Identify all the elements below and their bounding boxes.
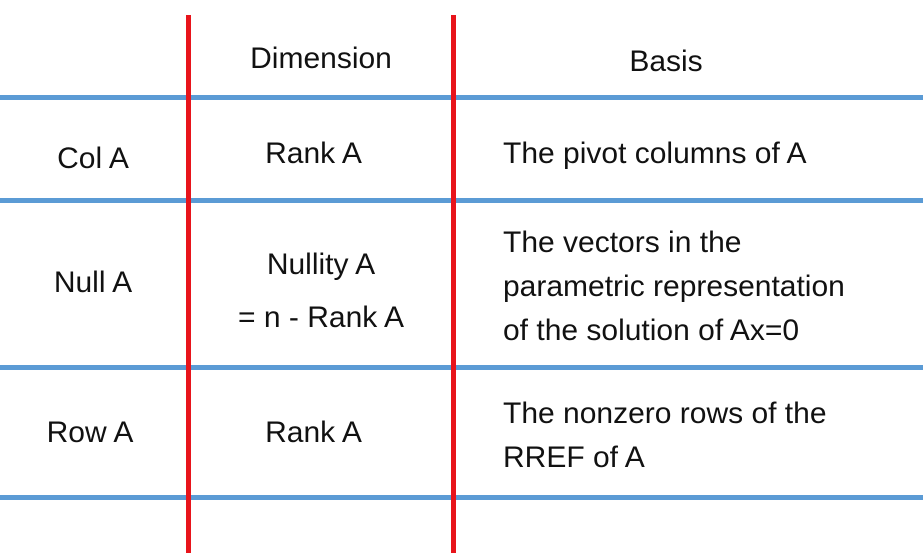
subspace-table: Dimension Basis Col A Rank A The pivot c… <box>0 0 923 553</box>
basis-col-a: The pivot columns of A <box>503 133 807 175</box>
header-basis: Basis <box>629 45 703 78</box>
dimension-row-a: Rank A <box>191 412 436 454</box>
dimension-line: Nullity A <box>266 248 376 281</box>
dimension-line: = n - Rank A <box>238 301 404 334</box>
basis-line: The vectors in the <box>503 226 742 259</box>
dimension-line: Rank A <box>265 416 362 449</box>
row-label-col-a: Col A <box>57 142 129 175</box>
row-divider <box>0 198 923 203</box>
basis-line: of the solution of Ax=0 <box>503 314 800 347</box>
basis-line: RREF of A <box>503 441 645 474</box>
row-divider <box>0 495 923 500</box>
header-dimension: Dimension <box>250 42 392 75</box>
column-divider <box>451 15 456 553</box>
basis-line: parametric representation <box>503 270 845 303</box>
dimension-line: Rank A <box>265 137 362 170</box>
basis-line: The nonzero rows of the <box>503 397 827 430</box>
basis-row-a: The nonzero rows of the RREF of A <box>503 392 827 480</box>
dimension-null-a: Nullity A = n - Rank A <box>191 238 451 344</box>
row-divider <box>0 365 923 370</box>
basis-line: The pivot columns of A <box>503 137 807 170</box>
row-label-row-a: Row A <box>46 416 134 449</box>
row-divider <box>0 95 923 100</box>
dimension-col-a: Rank A <box>191 133 436 175</box>
basis-null-a: The vectors in the parametric representa… <box>503 221 845 353</box>
row-label-null-a: Null A <box>53 266 133 299</box>
